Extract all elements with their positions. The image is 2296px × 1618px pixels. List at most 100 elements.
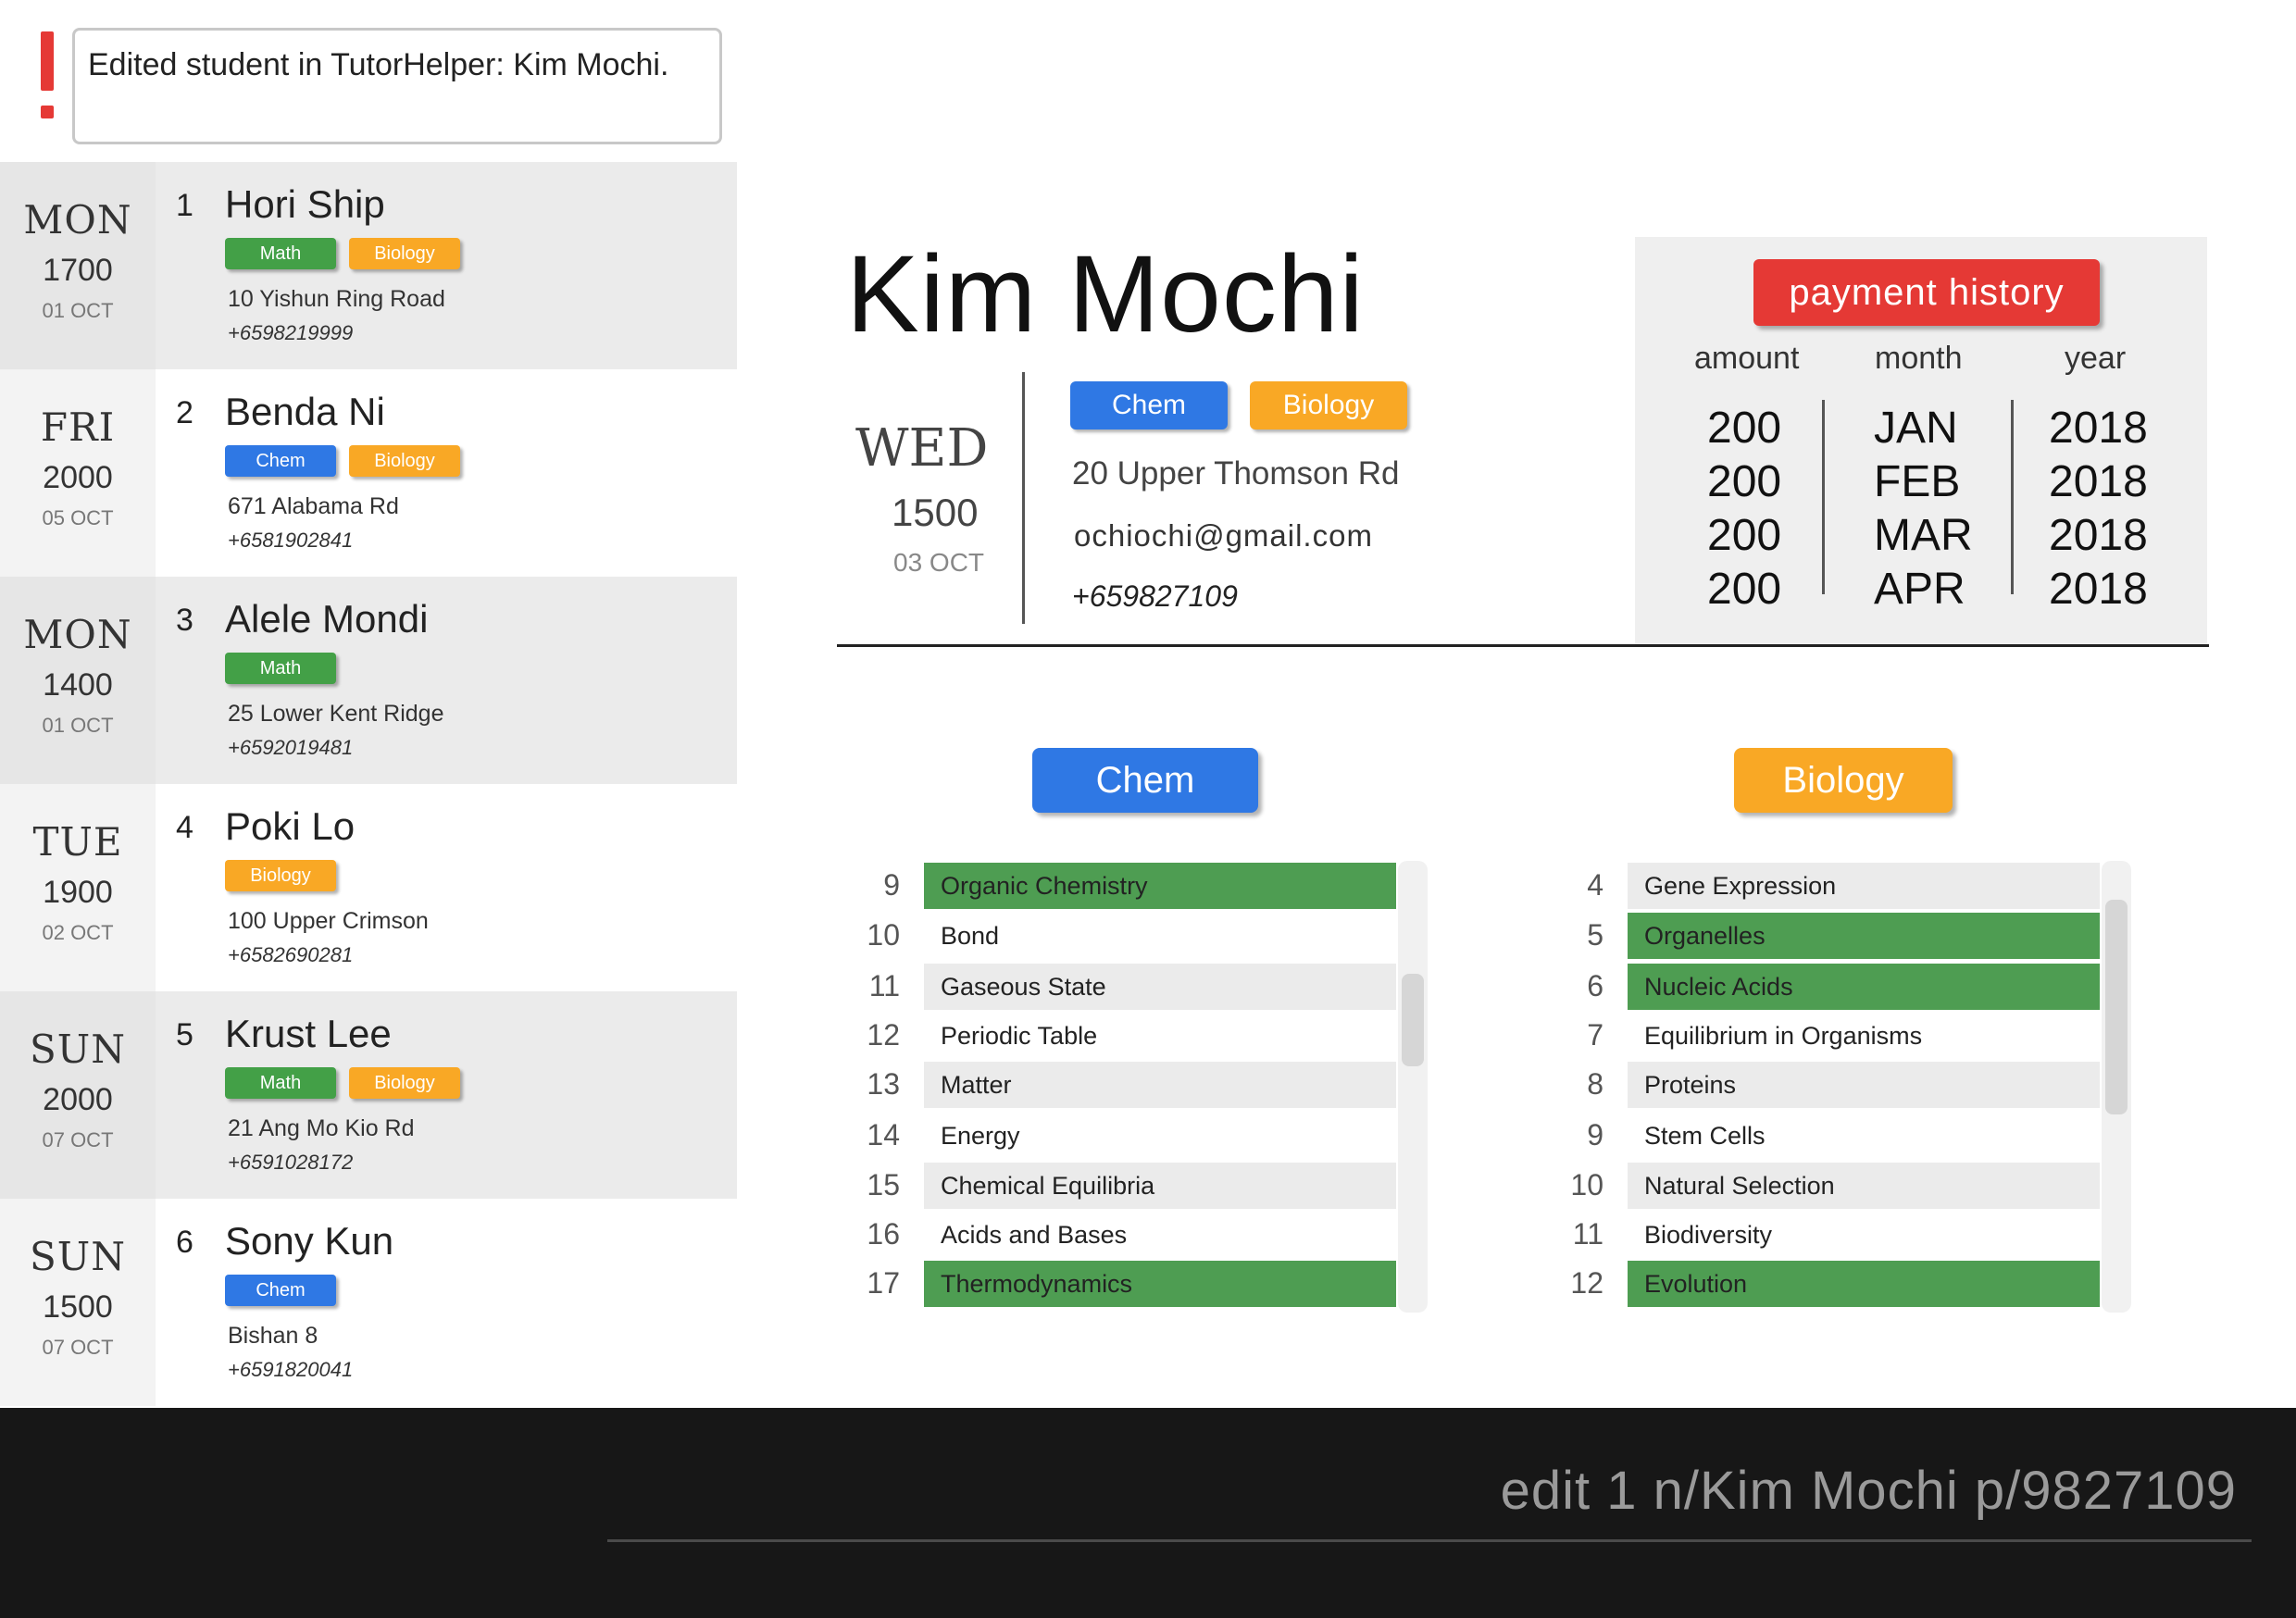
- year-header: year: [2065, 341, 2127, 376]
- result-message: Edited student in TutorHelper: Kim Mochi…: [88, 47, 669, 82]
- topic-name: Proteins: [1628, 1062, 2100, 1108]
- student-address: Bishan 8: [228, 1323, 318, 1349]
- subject-tag: Biology: [1250, 381, 1407, 429]
- student-list[interactable]: MON 1700 01 OCT 1 Hori Ship Math Biology…: [0, 162, 737, 1408]
- student-index: 3: [176, 603, 193, 638]
- topic-number: 17: [867, 1266, 900, 1300]
- scrollbar-thumb[interactable]: [1402, 974, 1424, 1066]
- student-name: Benda Ni: [225, 390, 385, 433]
- topic-row[interactable]: 17 Thermodynamics: [842, 1261, 1398, 1307]
- student-name: Krust Lee: [225, 1012, 392, 1055]
- lesson-time: 1400: [43, 667, 113, 703]
- student-address: 671 Alabama Rd: [228, 493, 399, 519]
- topic-number: 16: [867, 1217, 900, 1251]
- topic-name: Gaseous State: [924, 964, 1396, 1010]
- student-address: 21 Ang Mo Kio Rd: [228, 1115, 415, 1141]
- topic-row[interactable]: 15 Chemical Equilibria: [842, 1163, 1398, 1209]
- chem-topic-list[interactable]: 9 Organic Chemistry 10 Bond 11 Gaseous Stat…: [842, 861, 1398, 1314]
- lesson-day: MON: [23, 197, 132, 243]
- student-card[interactable]: SUN 2000 07 OCT 5 Krust Lee Math Biology…: [0, 991, 737, 1199]
- topic-row[interactable]: 10 Bond: [842, 913, 1398, 959]
- lesson-slot: SUN 2000 07 OCT: [0, 991, 156, 1199]
- lesson-date: 07 OCT: [42, 1128, 114, 1151]
- topic-row[interactable]: 16 Acids and Bases: [842, 1212, 1398, 1258]
- payment-month: MAR: [1874, 511, 1973, 560]
- lesson-slot: SUN 1500 07 OCT: [0, 1199, 156, 1406]
- topic-name: Equilibrium in Organisms: [1644, 1022, 1923, 1050]
- detail-address: 20 Upper Thomson Rd: [1072, 455, 1400, 492]
- topic-row[interactable]: 9 Stem Cells: [1546, 1113, 2102, 1159]
- topic-row[interactable]: 6 Nucleic Acids: [1546, 964, 2102, 1010]
- topic-row[interactable]: 4 Gene Expression: [1546, 863, 2102, 909]
- payment-month: APR: [1874, 565, 1965, 614]
- detail-email: ochiochi@gmail.com: [1074, 518, 1373, 553]
- topic-row[interactable]: 8 Proteins: [1546, 1062, 2102, 1108]
- topic-name: Organic Chemistry: [924, 863, 1396, 909]
- topic-name: Chemical Equilibria: [924, 1163, 1396, 1209]
- topic-row[interactable]: 12 Evolution: [1546, 1261, 2102, 1307]
- lesson-time: 2000: [43, 1082, 113, 1117]
- student-phone: +6581902841: [228, 529, 354, 552]
- lesson-slot: MON 1700 01 OCT: [0, 162, 156, 369]
- student-index: 4: [176, 810, 193, 845]
- lesson-date: 05 OCT: [42, 506, 114, 529]
- topic-row[interactable]: 14 Energy: [842, 1113, 1398, 1159]
- command-input[interactable]: edit 1 n/Kim Mochi p/9827109: [1501, 1460, 2237, 1522]
- lesson-time: 1900: [43, 875, 113, 910]
- biology-scrollbar[interactable]: [2102, 861, 2131, 1313]
- chem-subject-button[interactable]: Chem: [1032, 748, 1258, 813]
- student-name: Poki Lo: [225, 804, 356, 848]
- payment-history-button[interactable]: payment history: [1753, 259, 2100, 326]
- detail-lesson-date: 03 OCT: [893, 548, 985, 577]
- topic-name: Acids and Bases: [941, 1221, 1128, 1249]
- topic-row[interactable]: 9 Organic Chemistry: [842, 863, 1398, 909]
- detail-lesson-day: WED: [855, 418, 989, 479]
- student-phone: +6598219999: [228, 321, 354, 344]
- topic-number: 10: [1570, 1168, 1603, 1201]
- payment-amount: 200: [1707, 565, 1782, 614]
- topic-number: 11: [1572, 1217, 1603, 1251]
- scrollbar-thumb[interactable]: [2105, 900, 2128, 1114]
- subject-tags: Biology: [225, 860, 336, 891]
- biology-subject-button[interactable]: Biology: [1734, 748, 1953, 813]
- topic-row[interactable]: 12 Periodic Table: [842, 1013, 1398, 1059]
- command-box[interactable]: edit 1 n/Kim Mochi p/9827109: [0, 1408, 2296, 1618]
- topic-name: Bond: [941, 922, 1000, 950]
- topic-row[interactable]: 5 Organelles: [1546, 913, 2102, 959]
- subject-tags: Math Biology: [225, 238, 460, 269]
- subject-tags: Chem: [225, 1275, 336, 1306]
- subject-tag: Biology: [349, 445, 460, 477]
- student-card[interactable]: TUE 1900 02 OCT 4 Poki Lo Biology 100 Up…: [0, 784, 737, 991]
- command-underline: [607, 1539, 2252, 1542]
- chem-scrollbar[interactable]: [1398, 861, 1428, 1313]
- topic-row[interactable]: 10 Natural Selection: [1546, 1163, 2102, 1209]
- subject-tags: Math: [225, 653, 336, 684]
- student-card[interactable]: SUN 1500 07 OCT 6 Sony Kun Chem Bishan 8…: [0, 1199, 737, 1406]
- topic-row[interactable]: 11 Biodiversity: [1546, 1212, 2102, 1258]
- student-card[interactable]: MON 1700 01 OCT 1 Hori Ship Math Biology…: [0, 162, 737, 369]
- result-display: Edited student in TutorHelper: Kim Mochi…: [72, 28, 722, 144]
- payment-history-panel: payment history amount month year 200 20…: [1635, 237, 2207, 644]
- subject-tag: Biology: [349, 1067, 460, 1099]
- biology-topic-list[interactable]: 4 Gene Expression 5 Organelles 6 Nucleic Ac…: [1546, 861, 2102, 1314]
- topic-number: 12: [1570, 1266, 1603, 1300]
- topic-number: 7: [1587, 1018, 1603, 1052]
- payment-month: JAN: [1874, 404, 1958, 453]
- topic-row[interactable]: 7 Equilibrium in Organisms: [1546, 1013, 2102, 1059]
- subject-tag: Biology: [225, 860, 336, 891]
- detail-lesson-time: 1500: [892, 491, 979, 534]
- topic-number: 13: [867, 1067, 900, 1101]
- subject-tags: Math Biology: [225, 1067, 460, 1099]
- student-card[interactable]: FRI 2000 05 OCT 2 Benda Ni Chem Biology …: [0, 369, 737, 577]
- topic-name: Stem Cells: [1644, 1122, 1766, 1150]
- lesson-day: FRI: [40, 404, 116, 450]
- subject-tag: Math: [225, 1067, 336, 1099]
- topic-row[interactable]: 11 Gaseous State: [842, 964, 1398, 1010]
- student-card[interactable]: MON 1400 01 OCT 3 Alele Mondi Math 25 Lo…: [0, 577, 737, 784]
- year-column: 2018 2018 2018 2018: [2049, 402, 2148, 616]
- topic-row[interactable]: 13 Matter: [842, 1062, 1398, 1108]
- topic-number: 6: [1587, 969, 1603, 1002]
- payment-year: 2018: [2049, 404, 2148, 453]
- divider: [837, 644, 2209, 647]
- month-header: month: [1875, 341, 1963, 376]
